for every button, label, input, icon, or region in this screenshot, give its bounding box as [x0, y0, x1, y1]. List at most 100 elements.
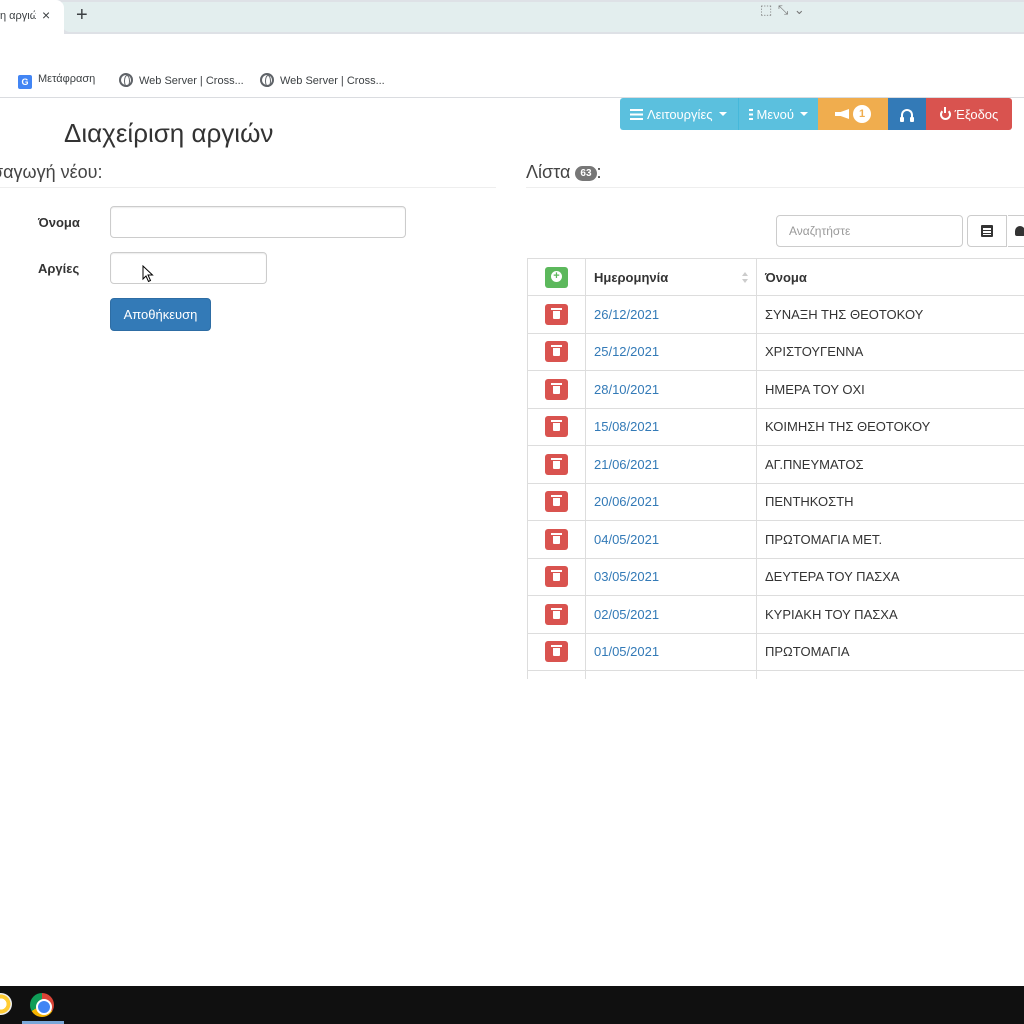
- new-tab-button[interactable]: +: [76, 4, 88, 27]
- row-name: ΗΜΕΡΑ ΤΟΥ ΟΧΙ: [765, 381, 865, 397]
- header-date[interactable]: Ημερομηνία: [586, 259, 757, 295]
- trash-icon[interactable]: [545, 378, 568, 400]
- trash-icon[interactable]: [545, 528, 568, 550]
- screen: η αργιώ × + ⬚ ⤡ ⌄ : G Μετάφραση Web Serve…: [0, 0, 1024, 1024]
- name-input[interactable]: [110, 206, 406, 238]
- row-date[interactable]: 04/05/2021: [586, 521, 757, 558]
- row-date[interactable]: 28/10/2021: [586, 371, 757, 408]
- trash-icon[interactable]: [545, 641, 568, 663]
- table-header-row: Ημερομηνία Όνομα: [528, 259, 1024, 296]
- taskbar: [0, 986, 1024, 1024]
- list-title-suffix: :: [596, 162, 602, 182]
- row-date[interactable]: 01/05/2021: [586, 633, 757, 670]
- holidays-input[interactable]: [110, 252, 267, 284]
- support-button[interactable]: [888, 98, 926, 130]
- row-actions-cell: [528, 446, 586, 483]
- trash-icon[interactable]: [545, 303, 568, 325]
- bookmark-label: Web Server | Cross...: [280, 75, 385, 87]
- trash-icon[interactable]: [545, 491, 568, 513]
- user-icon: [1015, 226, 1024, 236]
- sort-icon: [742, 272, 748, 283]
- bookmark-translate[interactable]: G Μετάφραση: [18, 73, 95, 89]
- row-actions-cell: [528, 296, 586, 333]
- bookmark-web-server-1[interactable]: Web Server | Cross...: [119, 73, 244, 87]
- list-icon: [749, 108, 753, 120]
- tab-title: η αργιώ: [0, 10, 36, 22]
- row-name: ΚΟΙΜΗΣΗ ΤΗΣ ΘΕΟΤΟΚΟΥ: [765, 419, 931, 435]
- save-button[interactable]: Αποθήκευση: [110, 298, 211, 331]
- tab-close-icon[interactable]: ×: [42, 7, 50, 23]
- table-row: 04/05/2021 ΠΡΩΤΟΜΑΓΙΑ ΜΕΤ.: [528, 521, 1024, 559]
- table-row: 25/12/2021 ΧΡΙΣΤΟΥΓΕΝΝΑ: [528, 333, 1024, 371]
- app-icon[interactable]: [0, 993, 12, 1015]
- chrome-icon[interactable]: [30, 993, 54, 1017]
- row-date[interactable]: 15/08/2021: [586, 408, 757, 445]
- row-actions-cell: [528, 333, 586, 370]
- row-name: ΠΕΝΤΗΚΟΣΤΗ: [765, 494, 854, 510]
- row-actions-cell: [528, 483, 586, 520]
- exit-label: Έξοδος: [954, 106, 999, 122]
- browser-tab[interactable]: η αργιώ ×: [0, 0, 64, 34]
- tab-strip-background: [62, 2, 1024, 32]
- table-row: 15/08/2021 ΚΟΙΜΗΣΗ ΤΗΣ ΘΕΟΤΟΚΟΥ: [528, 408, 1024, 446]
- header-date-label: Ημερομηνία: [594, 269, 669, 285]
- trash-icon[interactable]: [545, 566, 568, 588]
- menu-label: Μενού: [756, 106, 794, 122]
- row-date[interactable]: 02/05/2021: [586, 596, 757, 633]
- row-date[interactable]: 03/05/2021: [586, 558, 757, 595]
- exit-button[interactable]: Έξοδος: [926, 98, 1012, 130]
- trash-icon[interactable]: [545, 416, 568, 438]
- browser-toolbar: [0, 34, 1024, 64]
- trash-icon[interactable]: [545, 341, 568, 363]
- window-controls-icon[interactable]: ⬚ ⤡ ⌄: [760, 2, 806, 18]
- new-entry-section-title: ισαγωγή νέου:: [0, 162, 496, 188]
- page-title: Διαχείριση αργιών: [64, 118, 274, 148]
- table-row: 28/10/2021 ΗΜΕΡΑ ΤΟΥ ΟΧΙ: [528, 371, 1024, 409]
- table-row: [528, 671, 1024, 679]
- row-date[interactable]: [586, 671, 757, 679]
- web-page: Λειτουργίες Μενού 1 Έξοδος Διαχείριση αρ…: [0, 98, 1024, 986]
- bookmarks-bar: : GΜετάφραση Web Server | Cross... Web S…: [0, 64, 1024, 98]
- browser-tab-strip: η αργιώ × + ⬚ ⤡ ⌄: [0, 0, 1024, 34]
- menu-dropdown-button[interactable]: Μενού: [738, 98, 818, 130]
- row-actions-cell: [528, 558, 586, 595]
- add-row-icon[interactable]: [545, 266, 568, 288]
- row-actions-cell: [528, 408, 586, 445]
- functions-dropdown-button[interactable]: Λειτουργίες: [620, 98, 738, 130]
- export-button[interactable]: [1008, 215, 1024, 247]
- row-date[interactable]: 20/06/2021: [586, 483, 757, 520]
- table-row: 02/05/2021 ΚΥΡΙΑΚΗ ΤΟΥ ΠΑΣΧΑ: [528, 596, 1024, 634]
- row-date[interactable]: 26/12/2021: [586, 296, 757, 333]
- bookmark-label: Web Server | Cross...: [139, 75, 244, 87]
- bookmark-web-server-2[interactable]: Web Server | Cross...: [260, 73, 385, 87]
- trash-icon[interactable]: [545, 603, 568, 625]
- columns-icon: [981, 225, 993, 237]
- row-actions-cell: [528, 371, 586, 408]
- row-actions-cell: [528, 596, 586, 633]
- caret-down-icon: [800, 112, 808, 116]
- row-date[interactable]: 25/12/2021: [586, 333, 757, 370]
- functions-label: Λειτουργίες: [647, 106, 713, 122]
- columns-toggle-button[interactable]: [967, 215, 1007, 247]
- search-input[interactable]: Αναζητήστε: [776, 215, 963, 247]
- power-icon: [939, 106, 951, 120]
- header-name[interactable]: Όνομα: [757, 259, 1024, 295]
- notifications-button[interactable]: 1: [818, 98, 888, 130]
- trash-icon[interactable]: [545, 453, 568, 475]
- row-name: ΠΡΩΤΟΜΑΓΙΑ: [765, 644, 850, 660]
- row-name: ΔΕΥΤΕΡΑ ΤΟΥ ΠΑΣΧΑ: [765, 569, 900, 585]
- mouse-cursor-icon: [142, 265, 154, 283]
- table-row: 21/06/2021 ΑΓ.ΠΝΕΥΜΑΤΟΣ: [528, 446, 1024, 484]
- table-row: 03/05/2021 ΔΕΥΤΕΡΑ ΤΟΥ ΠΑΣΧΑ: [528, 558, 1024, 596]
- row-name: ΣΥΝΑΞΗ ΤΗΣ ΘΕΟΤΟΚΟΥ: [765, 306, 924, 322]
- headset-icon: [900, 109, 914, 122]
- top-nav-buttons: Λειτουργίες Μενού 1 Έξοδος: [620, 98, 1012, 130]
- table-row: 01/05/2021 ΠΡΩΤΟΜΑΓΙΑ: [528, 633, 1024, 671]
- row-date[interactable]: 21/06/2021: [586, 446, 757, 483]
- list-count-badge: 63: [575, 166, 597, 181]
- row-name: [757, 671, 1024, 679]
- globe-icon: [119, 73, 133, 87]
- row-name: ΚΥΡΙΑΚΗ ΤΟΥ ΠΑΣΧΑ: [765, 606, 898, 622]
- megaphone-icon: [835, 109, 849, 119]
- caret-down-icon: [718, 112, 727, 116]
